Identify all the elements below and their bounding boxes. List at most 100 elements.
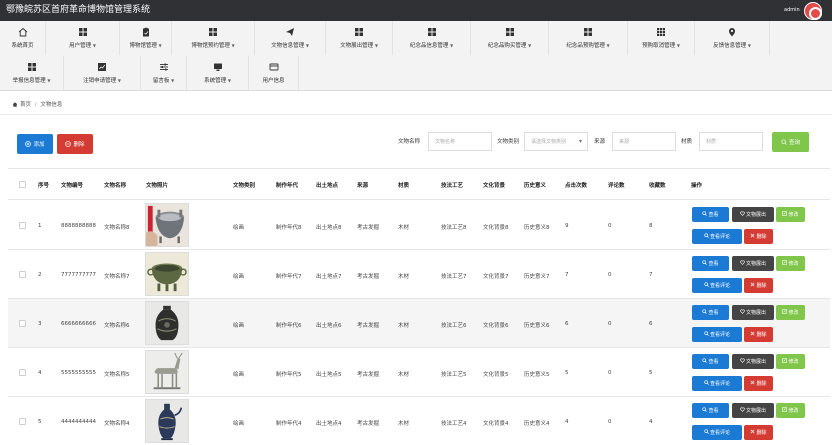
view-button[interactable]: 查看 [692,256,729,271]
row-checkbox[interactable] [19,271,26,278]
nav-item-relic-exhibit[interactable]: 文物展出管理 ▼ [326,21,393,55]
edit-button[interactable]: 修改 [776,305,805,320]
exhibit-button[interactable]: 文物展出 [732,305,774,320]
user-name[interactable]: admin [784,7,800,13]
view-button[interactable]: 查看 [692,305,729,320]
delete-row-button[interactable]: 删除 [744,425,773,440]
grid-icon [355,28,363,36]
nav-item-museums[interactable]: 博物馆管理 ▼ [120,21,172,55]
relic-photo[interactable] [145,252,189,296]
exhibit-button[interactable]: 文物展出 [732,256,774,271]
view-icon [702,407,708,414]
cell-name: 文物名称4 [104,421,130,427]
nav-item-system[interactable]: 系统管理 ▼ [187,56,249,90]
filter-name-label: 文物名称 [398,139,421,145]
nav-item-home[interactable]: 系统首页 [0,21,46,55]
cell-category: 绘画 [233,225,245,231]
user-avatar-icon[interactable] [804,2,822,20]
filter-category-select[interactable]: 请选择文物类别 [524,132,588,151]
view-comments-button[interactable]: 查看评论 [692,327,742,342]
cell-category: 绘画 [233,274,245,280]
nav-item-feedback[interactable]: 反馈信息管理 ▼ [695,21,770,55]
cell-material: 木材 [398,372,410,378]
delete-row-button-label: 删除 [756,332,767,338]
filter-material-input[interactable]: 材质 [699,132,763,151]
breadcrumb-home[interactable]: 首页 [20,102,31,108]
delete-row-button[interactable]: 删除 [744,229,773,244]
cell-source: 考古发掘 [357,421,380,427]
delete-row-button[interactable]: 删除 [744,327,773,342]
add-button[interactable]: 添加 [17,134,53,154]
query-button[interactable]: 查询 [772,132,809,152]
chart-icon [98,63,106,71]
delete-row-button-label: 删除 [756,234,767,240]
relic-photo[interactable] [145,203,189,247]
exhibit-button-label: 文物展出 [745,261,766,267]
col-header: 文化背景 [483,183,506,189]
col-header: 文物名称 [104,183,127,189]
view-comments-button[interactable]: 查看评论 [692,229,742,244]
view-button[interactable]: 查看 [692,207,729,222]
view-comments-button[interactable]: 查看评论 [692,376,742,391]
nav-item-souvenir-info[interactable]: 纪念品信息管理 ▼ [393,21,471,55]
breadcrumb: 首页 / 文物信息 [12,100,62,108]
exhibit-button[interactable]: 文物展出 [732,354,774,369]
view-button-label: 查看 [708,310,719,316]
nav-item-museum-booking[interactable]: 博物馆预约管理 ▼ [172,21,255,55]
cell-culture: 文化背景6 [483,323,509,329]
view-button[interactable]: 查看 [692,354,729,369]
nav-item-users[interactable]: 用户管理 ▼ [46,21,120,55]
nav-item-souvenir-purchase[interactable]: 纪念品购买管理 ▼ [471,21,549,55]
relic-photo[interactable] [145,399,189,443]
edit-button[interactable]: 修改 [776,256,805,271]
view-comments-button[interactable]: 查看评论 [692,425,742,440]
cell-source: 考古发掘 [357,274,380,280]
row-checkbox[interactable] [19,320,26,327]
cell-favs: 7 [649,272,653,278]
relic-photo[interactable] [145,350,189,394]
table-row: 5 4444444444 文物名称4 绘画 制作年代4 出土地点4 考古发掘 木材 技法工艺4 文… [8,397,830,445]
delete-row-button[interactable]: 删除 [744,376,773,391]
nav-item-label: 留言板 [152,78,170,84]
nav-item-message-board[interactable]: 留言板 ▼ [141,56,187,90]
nav-item-report[interactable]: 举报信息管理 ▼ [0,56,64,90]
select-all-checkbox[interactable] [19,181,26,188]
grid-icon [209,28,217,36]
nav-item-cancel-request[interactable]: 注销申请管理 ▼ [64,56,141,90]
filter-name-input[interactable]: 文物名称 [428,132,492,151]
nav-item-label: 系统首页 [11,43,34,49]
edit-icon [782,407,788,414]
exhibit-button[interactable]: 文物展出 [732,207,774,222]
edit-button[interactable]: 修改 [776,207,805,222]
view-button-label: 查看 [708,359,719,365]
nav-item-preorder-cancel[interactable]: 预购取消管理 ▼ [628,21,695,55]
relic-photo[interactable] [145,301,189,345]
row-checkbox[interactable] [19,418,26,425]
exhibit-button[interactable]: 文物展出 [732,403,774,418]
edit-button[interactable]: 修改 [776,403,805,418]
cell-source: 考古发掘 [357,323,380,329]
cell-era: 制作年代6 [276,323,302,329]
exhibit-icon [740,211,745,218]
apps-icon [657,28,665,36]
cell-comments: 0 [608,370,612,376]
cell-comments: 0 [608,419,612,425]
delete-button[interactable]: 删除 [57,134,93,154]
row-checkbox[interactable] [19,222,26,229]
view-comments-button-label: 查看评论 [709,430,730,436]
view-button[interactable]: 查看 [692,403,729,418]
delete-row-button[interactable]: 删除 [744,278,773,293]
breadcrumb-current: 文物信息 [40,102,63,108]
nav-item-souvenir-preorder[interactable]: 纪念品预购管理 ▼ [549,21,628,55]
edit-button[interactable]: 修改 [776,354,805,369]
filter-source-input[interactable]: 来源 [612,132,676,151]
row-checkbox[interactable] [19,369,26,376]
exhibit-icon [740,407,745,414]
cell-clicks: 9 [565,223,569,229]
table-header: 序号 文物编号 文物名称 文物照片 文物类别 制作年代 出土地点 来源 材质 技… [8,168,830,200]
filter-material-label: 材质 [681,139,693,145]
nav-item-user-info[interactable]: 用户信息 [249,56,299,90]
col-header: 评论数 [608,183,625,189]
view-comments-button[interactable]: 查看评论 [692,278,742,293]
nav-item-relic-info[interactable]: 文物信息管理 ▼ [255,21,326,55]
